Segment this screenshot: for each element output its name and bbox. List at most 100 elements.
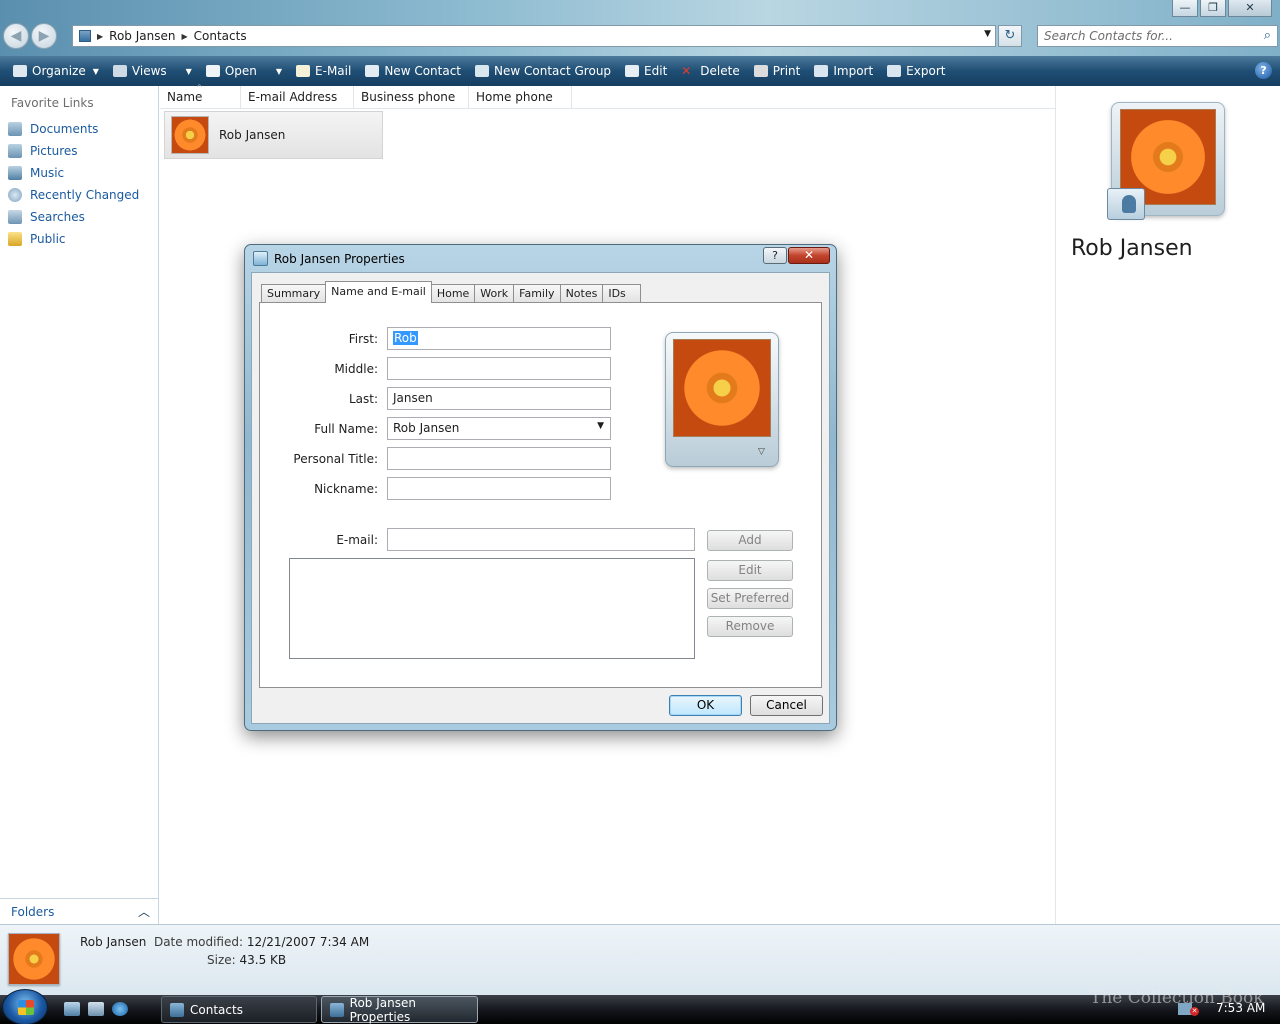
delete-icon: ✕ — [681, 64, 692, 78]
tab-notes[interactable]: Notes — [559, 284, 604, 303]
folders-toggle[interactable]: Folders ︿ — [0, 898, 158, 924]
column-header-home-phone[interactable]: Home phone — [469, 86, 572, 108]
details-name: Rob Jansen — [80, 935, 147, 949]
add-email-button[interactable]: Add — [707, 530, 793, 551]
export-label: Export — [906, 64, 946, 78]
edit-email-button[interactable]: Edit — [707, 560, 793, 581]
new-contact-button[interactable]: New Contact — [358, 56, 468, 86]
help-icon[interactable]: ? — [1255, 62, 1272, 79]
full-name-combobox[interactable]: Rob Jansen ▼ — [387, 417, 611, 440]
refresh-button[interactable]: ↻ — [998, 25, 1022, 47]
column-header-business-phone[interactable]: Business phone — [354, 86, 469, 108]
email-addresses-list[interactable] — [289, 558, 695, 659]
breadcrumb-arrow-icon[interactable]: ▶ — [97, 32, 103, 41]
middle-name-field[interactable] — [387, 357, 611, 380]
dialog-body: Summary Name and E-mail Home Work Family… — [251, 272, 830, 724]
dialog-help-button[interactable]: ? — [763, 247, 787, 264]
tab-summary[interactable]: Summary — [261, 284, 327, 303]
minimize-button[interactable]: — — [1172, 0, 1198, 17]
import-button[interactable]: Import — [807, 56, 880, 86]
nav-item-label: Pictures — [30, 144, 78, 158]
edit-label: Edit — [644, 64, 668, 78]
print-button[interactable]: Print — [747, 56, 808, 86]
close-button[interactable]: ✕ — [1228, 0, 1272, 17]
nav-item-searches[interactable]: Searches — [0, 206, 158, 228]
taskbar-item-label: Contacts — [190, 1002, 243, 1017]
first-name-label: First: — [348, 332, 378, 346]
email-field[interactable] — [387, 528, 695, 551]
export-button[interactable]: Export — [880, 56, 952, 86]
cancel-button[interactable]: Cancel — [750, 695, 823, 716]
nickname-field[interactable] — [387, 477, 611, 500]
contact-badge-icon — [1107, 188, 1145, 220]
show-desktop-icon[interactable] — [64, 1002, 80, 1016]
import-icon — [814, 65, 829, 77]
search-input[interactable]: Search Contacts for... ⌕ — [1037, 25, 1278, 47]
breadcrumb-item-user[interactable]: Rob Jansen — [109, 29, 175, 43]
window-titlebar: — ❐ ✕ ◀ ▶ ▶ Rob Jansen ▶ Contacts ▼ ↻ Se… — [0, 0, 1280, 56]
nickname-label: Nickname: — [314, 482, 378, 496]
chevron-down-icon[interactable]: ▼ — [597, 421, 604, 431]
chevron-down-icon: ▼ — [185, 66, 192, 76]
column-header-name[interactable]: ^ Name — [160, 83, 241, 108]
tab-home[interactable]: Home — [430, 284, 476, 303]
tab-ids[interactable]: IDs — [602, 284, 642, 303]
nav-item-documents[interactable]: Documents — [0, 118, 158, 140]
chevron-up-icon[interactable]: ︿ — [138, 903, 150, 920]
switch-windows-icon[interactable] — [88, 1002, 104, 1016]
chevron-down-icon[interactable]: ▽ — [758, 447, 765, 457]
email-button[interactable]: E-Mail — [289, 56, 358, 86]
start-button[interactable] — [2, 989, 48, 1024]
size-value: 43.5 KB — [239, 953, 287, 967]
preview-pane: Rob Jansen — [1057, 86, 1280, 924]
name-and-email-panel: First: Rob Middle: Last: Jansen Full Nam… — [259, 302, 822, 688]
back-button[interactable]: ◀ — [3, 23, 29, 49]
last-name-field[interactable]: Jansen — [387, 387, 611, 410]
column-headers: ^ Name E-mail Address Business phone Home… — [160, 83, 1055, 109]
open-button[interactable]: Open ▼ — [199, 56, 289, 86]
remove-email-button[interactable]: Remove — [707, 616, 793, 637]
tab-family[interactable]: Family — [513, 284, 561, 303]
preview-contact-name: Rob Jansen — [1071, 236, 1193, 261]
contact-card-icon — [205, 65, 220, 77]
first-name-field[interactable]: Rob — [387, 327, 611, 350]
contact-item[interactable]: Rob Jansen — [164, 111, 383, 159]
contact-photo — [673, 339, 771, 437]
dialog-close-button[interactable]: ✕ — [788, 247, 830, 264]
ok-button[interactable]: OK — [669, 695, 742, 716]
views-label: Views — [131, 64, 167, 78]
details-text: Rob Jansen Date modified: 12/21/2007 7:3… — [80, 933, 369, 969]
breadcrumb-arrow-icon[interactable]: ▶ — [181, 32, 187, 41]
taskbar-item-properties[interactable]: Rob Jansen Properties — [321, 996, 478, 1024]
full-name-label: Full Name: — [314, 422, 378, 436]
contact-properties-icon — [330, 1002, 344, 1017]
contact-group-icon — [475, 65, 490, 77]
dialog-title: Rob Jansen Properties — [274, 251, 405, 266]
nav-item-music[interactable]: Music — [0, 162, 158, 184]
tab-work[interactable]: Work — [474, 284, 515, 303]
views-button[interactable]: Views ▼ — [106, 56, 199, 86]
nav-item-pictures[interactable]: Pictures — [0, 140, 158, 162]
new-contact-group-button[interactable]: New Contact Group — [468, 56, 618, 86]
edit-button[interactable]: Edit — [618, 56, 674, 86]
forward-button[interactable]: ▶ — [31, 23, 57, 49]
internet-explorer-icon[interactable] — [112, 1002, 128, 1016]
contact-photo-picker[interactable]: ▽ — [665, 332, 779, 467]
address-bar[interactable]: ▶ Rob Jansen ▶ Contacts ▼ — [72, 25, 996, 47]
breadcrumb-item-contacts[interactable]: Contacts — [194, 29, 247, 43]
column-header-email[interactable]: E-mail Address — [241, 86, 354, 108]
nav-item-public[interactable]: Public — [0, 228, 158, 250]
address-dropdown-icon[interactable]: ▼ — [984, 29, 991, 39]
open-label: Open — [224, 64, 257, 78]
nav-item-recently-changed[interactable]: Recently Changed — [0, 184, 158, 206]
delete-button[interactable]: ✕ Delete — [674, 56, 746, 86]
search-icon[interactable]: ⌕ — [1264, 28, 1271, 43]
organize-button[interactable]: Organize ▼ — [6, 56, 106, 86]
tab-name-and-email[interactable]: Name and E-mail — [325, 281, 432, 303]
searches-icon — [8, 210, 22, 224]
organize-icon — [13, 65, 27, 77]
personal-title-field[interactable] — [387, 447, 611, 470]
set-preferred-button[interactable]: Set Preferred — [707, 588, 793, 609]
maximize-button[interactable]: ❐ — [1200, 0, 1226, 17]
taskbar-item-contacts[interactable]: Contacts — [161, 996, 317, 1023]
